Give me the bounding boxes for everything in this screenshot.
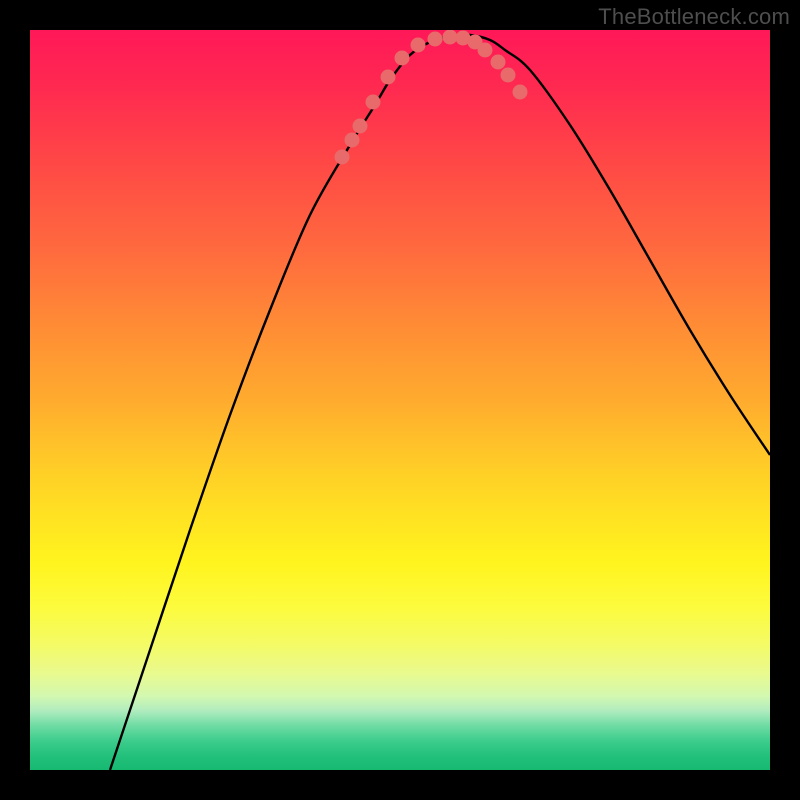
curve-marker xyxy=(381,70,396,85)
plot-area xyxy=(30,30,770,770)
marker-group xyxy=(335,30,528,165)
curve-marker xyxy=(501,68,516,83)
curve-marker xyxy=(345,133,360,148)
curve-marker xyxy=(478,43,493,58)
bottleneck-curve xyxy=(110,35,770,770)
attribution-label: TheBottleneck.com xyxy=(598,4,790,30)
curve-svg xyxy=(30,30,770,770)
curve-marker xyxy=(353,119,368,134)
curve-marker xyxy=(428,32,443,47)
curve-marker xyxy=(335,150,350,165)
curve-marker xyxy=(411,38,426,53)
curve-marker xyxy=(366,95,381,110)
chart-frame: TheBottleneck.com xyxy=(0,0,800,800)
curve-marker xyxy=(443,30,458,45)
curve-marker xyxy=(395,51,410,66)
curve-marker xyxy=(513,85,528,100)
curve-marker xyxy=(491,55,506,70)
